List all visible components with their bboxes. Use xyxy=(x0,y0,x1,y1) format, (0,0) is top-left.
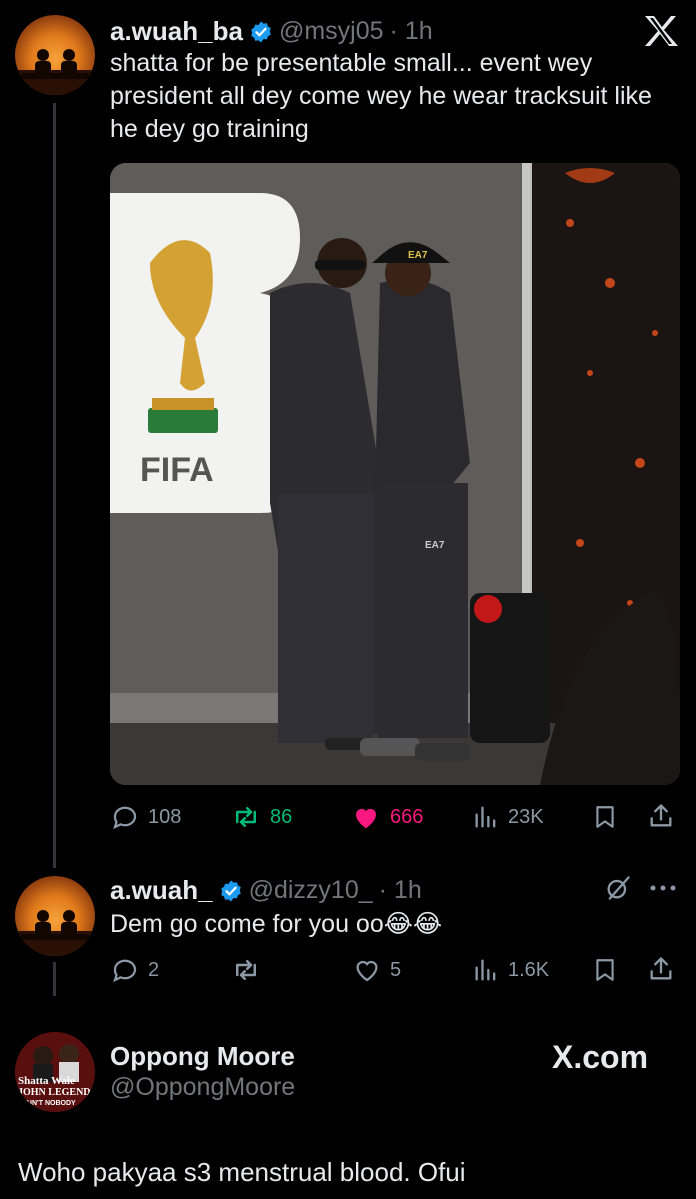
avatar-text-2: JOHN LEGEND xyxy=(18,1087,91,1098)
bookmark-icon[interactable] xyxy=(592,802,618,832)
timestamp[interactable]: · 1h xyxy=(390,17,433,46)
views-button[interactable]: 1.6K xyxy=(472,955,549,985)
pants-logo-text: EA7 xyxy=(425,540,445,551)
reply-icon xyxy=(113,806,137,830)
bookmark-icon[interactable] xyxy=(592,955,618,985)
heart-icon xyxy=(356,808,376,829)
like-count: 5 xyxy=(390,958,402,981)
repost-button[interactable] xyxy=(230,955,270,985)
tweet-header: a.wuah_ba @msyj05 · 1h xyxy=(110,16,433,47)
author-handle[interactable]: @msyj05 xyxy=(279,17,384,46)
share-icon[interactable] xyxy=(647,953,675,985)
repost-icon xyxy=(236,960,256,980)
views-count: 1.6K xyxy=(508,958,550,981)
fifa-logo-text: FIFA xyxy=(140,451,214,489)
thread-line-top xyxy=(53,848,56,868)
x-logo-icon[interactable] xyxy=(644,16,678,46)
grok-icon[interactable] xyxy=(604,874,632,902)
cap-logo-text: EA7 xyxy=(408,250,428,261)
verified-badge-icon xyxy=(220,880,241,901)
tweet-text: shatta for be presentable small... event… xyxy=(110,49,652,143)
verified-badge-icon xyxy=(251,21,271,42)
repost-icon xyxy=(236,807,256,827)
reply-count: 108 xyxy=(148,805,182,828)
reply-count: 2 xyxy=(148,958,160,981)
tweet-text: Dem go come for you oo😂😂 xyxy=(110,910,443,938)
avatar[interactable] xyxy=(15,876,95,956)
timestamp[interactable]: · 1h xyxy=(379,876,422,905)
quote-author-name[interactable]: Oppong Moore xyxy=(110,1041,295,1072)
avatar-text-3: AIN'T NOBODY xyxy=(25,1100,76,1107)
author-name[interactable]: a.wuah_ xyxy=(110,875,213,906)
author-handle[interactable]: @dizzy10_ xyxy=(249,876,373,905)
quote-text: Woho pakyaa s3 menstrual blood. Ofui xyxy=(18,1157,466,1187)
quote-author-handle[interactable]: @OppongMoore xyxy=(110,1073,295,1102)
repost-button[interactable]: 86 xyxy=(230,802,292,832)
views-button[interactable]: 23K xyxy=(472,802,544,832)
tweet-header: a.wuah_ @dizzy10_ · 1h xyxy=(110,875,422,906)
thread-line xyxy=(53,103,56,865)
like-button[interactable]: 666 xyxy=(350,802,423,832)
like-button[interactable]: 5 xyxy=(352,955,401,985)
avatar[interactable] xyxy=(15,15,95,95)
reply-button[interactable]: 108 xyxy=(110,802,181,832)
more-icon[interactable] xyxy=(648,878,678,898)
share-icon[interactable] xyxy=(647,800,675,832)
author-name[interactable]: a.wuah_ba xyxy=(110,16,243,47)
repost-count: 86 xyxy=(270,805,293,828)
views-icon xyxy=(475,959,496,981)
thread-line-bottom xyxy=(53,962,56,996)
reply-button[interactable]: 2 xyxy=(110,955,159,985)
event-photo: FIFA EA7 EA7 xyxy=(110,163,680,785)
like-count: 666 xyxy=(390,805,424,828)
reply-icon xyxy=(113,959,137,983)
site-label: X.com xyxy=(552,1039,649,1075)
views-count: 23K xyxy=(508,805,544,828)
tweet-media-photo[interactable]: FIFA EA7 EA7 xyxy=(110,163,680,785)
heart-icon xyxy=(356,960,378,982)
views-icon xyxy=(475,806,496,828)
quote-avatar[interactable]: Shatta Wale JOHN LEGEND AIN'T NOBODY xyxy=(15,1032,95,1112)
avatar-text-1: Shatta Wale xyxy=(18,1075,75,1087)
